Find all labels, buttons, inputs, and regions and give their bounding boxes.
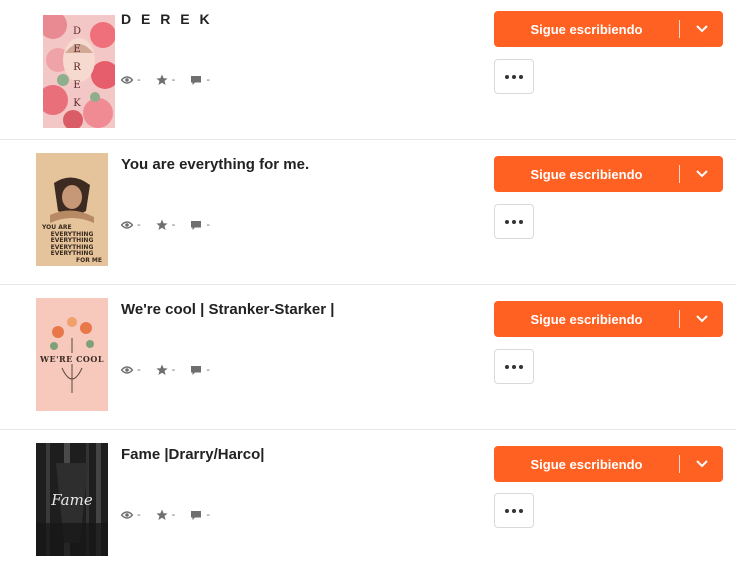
story-row: YOU ARE EVERYTHING EVERYTHING EVERYTHING… xyxy=(0,140,736,285)
chevron-down-icon[interactable] xyxy=(680,170,723,178)
comments-stat: - xyxy=(190,509,210,521)
cover-letter: K xyxy=(73,98,81,109)
story-stats: - - - xyxy=(121,509,225,521)
eye-icon xyxy=(121,75,133,85)
story-row: D E R E K D E R E K - - - Sigue escribie… xyxy=(0,0,736,140)
votes-stat: - xyxy=(156,74,176,86)
story-title[interactable]: We're cool | Stranker-Starker | xyxy=(121,301,334,318)
votes-count: - xyxy=(171,219,176,231)
more-options-icon xyxy=(505,508,523,513)
story-row: Fame Fame |Drarry/Harco| - - - Sigue esc… xyxy=(0,430,736,575)
comments-stat: - xyxy=(190,74,210,86)
continue-writing-button[interactable]: Sigue escribiendo xyxy=(494,11,723,47)
more-options-button[interactable] xyxy=(494,349,534,384)
story-cover[interactable]: YOU ARE EVERYTHING EVERYTHING EVERYTHING… xyxy=(36,153,108,266)
continue-writing-button[interactable]: Sigue escribiendo xyxy=(494,301,723,337)
cover-letter: R xyxy=(73,62,81,73)
votes-stat: - xyxy=(156,219,176,231)
views-stat: - xyxy=(121,219,141,231)
continue-writing-label: Sigue escribiendo xyxy=(530,166,643,182)
continue-writing-button[interactable]: Sigue escribiendo xyxy=(494,156,723,192)
comments-count: - xyxy=(206,509,211,521)
story-title[interactable]: You are everything for me. xyxy=(121,156,309,173)
comments-count: - xyxy=(206,364,211,376)
more-options-icon xyxy=(505,364,523,369)
cover-text-line: FOR ME xyxy=(76,256,102,264)
votes-count: - xyxy=(171,509,176,521)
continue-writing-label: Sigue escribiendo xyxy=(530,311,643,327)
comment-icon xyxy=(190,220,202,231)
comments-stat: - xyxy=(190,364,210,376)
chevron-down-icon[interactable] xyxy=(680,25,723,33)
story-title[interactable]: D E R E K xyxy=(121,11,213,27)
more-options-icon xyxy=(505,74,523,79)
continue-writing-button[interactable]: Sigue escribiendo xyxy=(494,446,723,482)
views-stat: - xyxy=(121,509,141,521)
continue-writing-label: Sigue escribiendo xyxy=(530,456,643,472)
comment-icon xyxy=(190,365,202,376)
story-stats: - - - xyxy=(121,74,225,86)
views-stat: - xyxy=(121,364,141,376)
eye-icon xyxy=(121,365,133,375)
views-count: - xyxy=(137,74,141,86)
views-count: - xyxy=(137,219,141,231)
eye-icon xyxy=(121,510,133,520)
star-icon xyxy=(156,364,168,376)
cover-letter: E xyxy=(73,44,81,55)
eye-icon xyxy=(121,220,133,230)
views-stat: - xyxy=(121,74,141,86)
votes-count: - xyxy=(171,364,176,376)
cover-title: WE'RE COOL xyxy=(40,354,104,364)
comments-count: - xyxy=(206,74,211,86)
views-count: - xyxy=(137,364,141,376)
votes-count: - xyxy=(171,74,176,86)
votes-stat: - xyxy=(156,364,176,376)
more-options-button[interactable] xyxy=(494,493,534,528)
story-cover[interactable]: D E R E K xyxy=(43,15,115,128)
story-row: WE'RE COOL We're cool | Stranker-Starker… xyxy=(0,285,736,430)
comment-icon xyxy=(190,510,202,521)
chevron-down-icon[interactable] xyxy=(680,460,723,468)
cover-letter: E xyxy=(73,80,81,91)
votes-stat: - xyxy=(156,509,176,521)
cover-letter: D xyxy=(73,26,82,37)
continue-writing-label: Sigue escribiendo xyxy=(530,21,643,37)
views-count: - xyxy=(137,509,141,521)
comments-stat: - xyxy=(190,219,210,231)
star-icon xyxy=(156,74,168,86)
story-stats: - - - xyxy=(121,219,225,231)
star-icon xyxy=(156,509,168,521)
cover-title: Fame xyxy=(51,491,93,509)
comments-count: - xyxy=(206,219,211,231)
chevron-down-icon[interactable] xyxy=(680,315,723,323)
story-stats: - - - xyxy=(121,364,225,376)
star-icon xyxy=(156,219,168,231)
more-options-button[interactable] xyxy=(494,59,534,94)
more-options-icon xyxy=(505,219,523,224)
story-cover[interactable]: Fame xyxy=(36,443,108,556)
story-cover[interactable]: WE'RE COOL xyxy=(36,298,108,411)
comment-icon xyxy=(190,75,202,86)
story-title[interactable]: Fame |Drarry/Harco| xyxy=(121,446,264,463)
more-options-button[interactable] xyxy=(494,204,534,239)
